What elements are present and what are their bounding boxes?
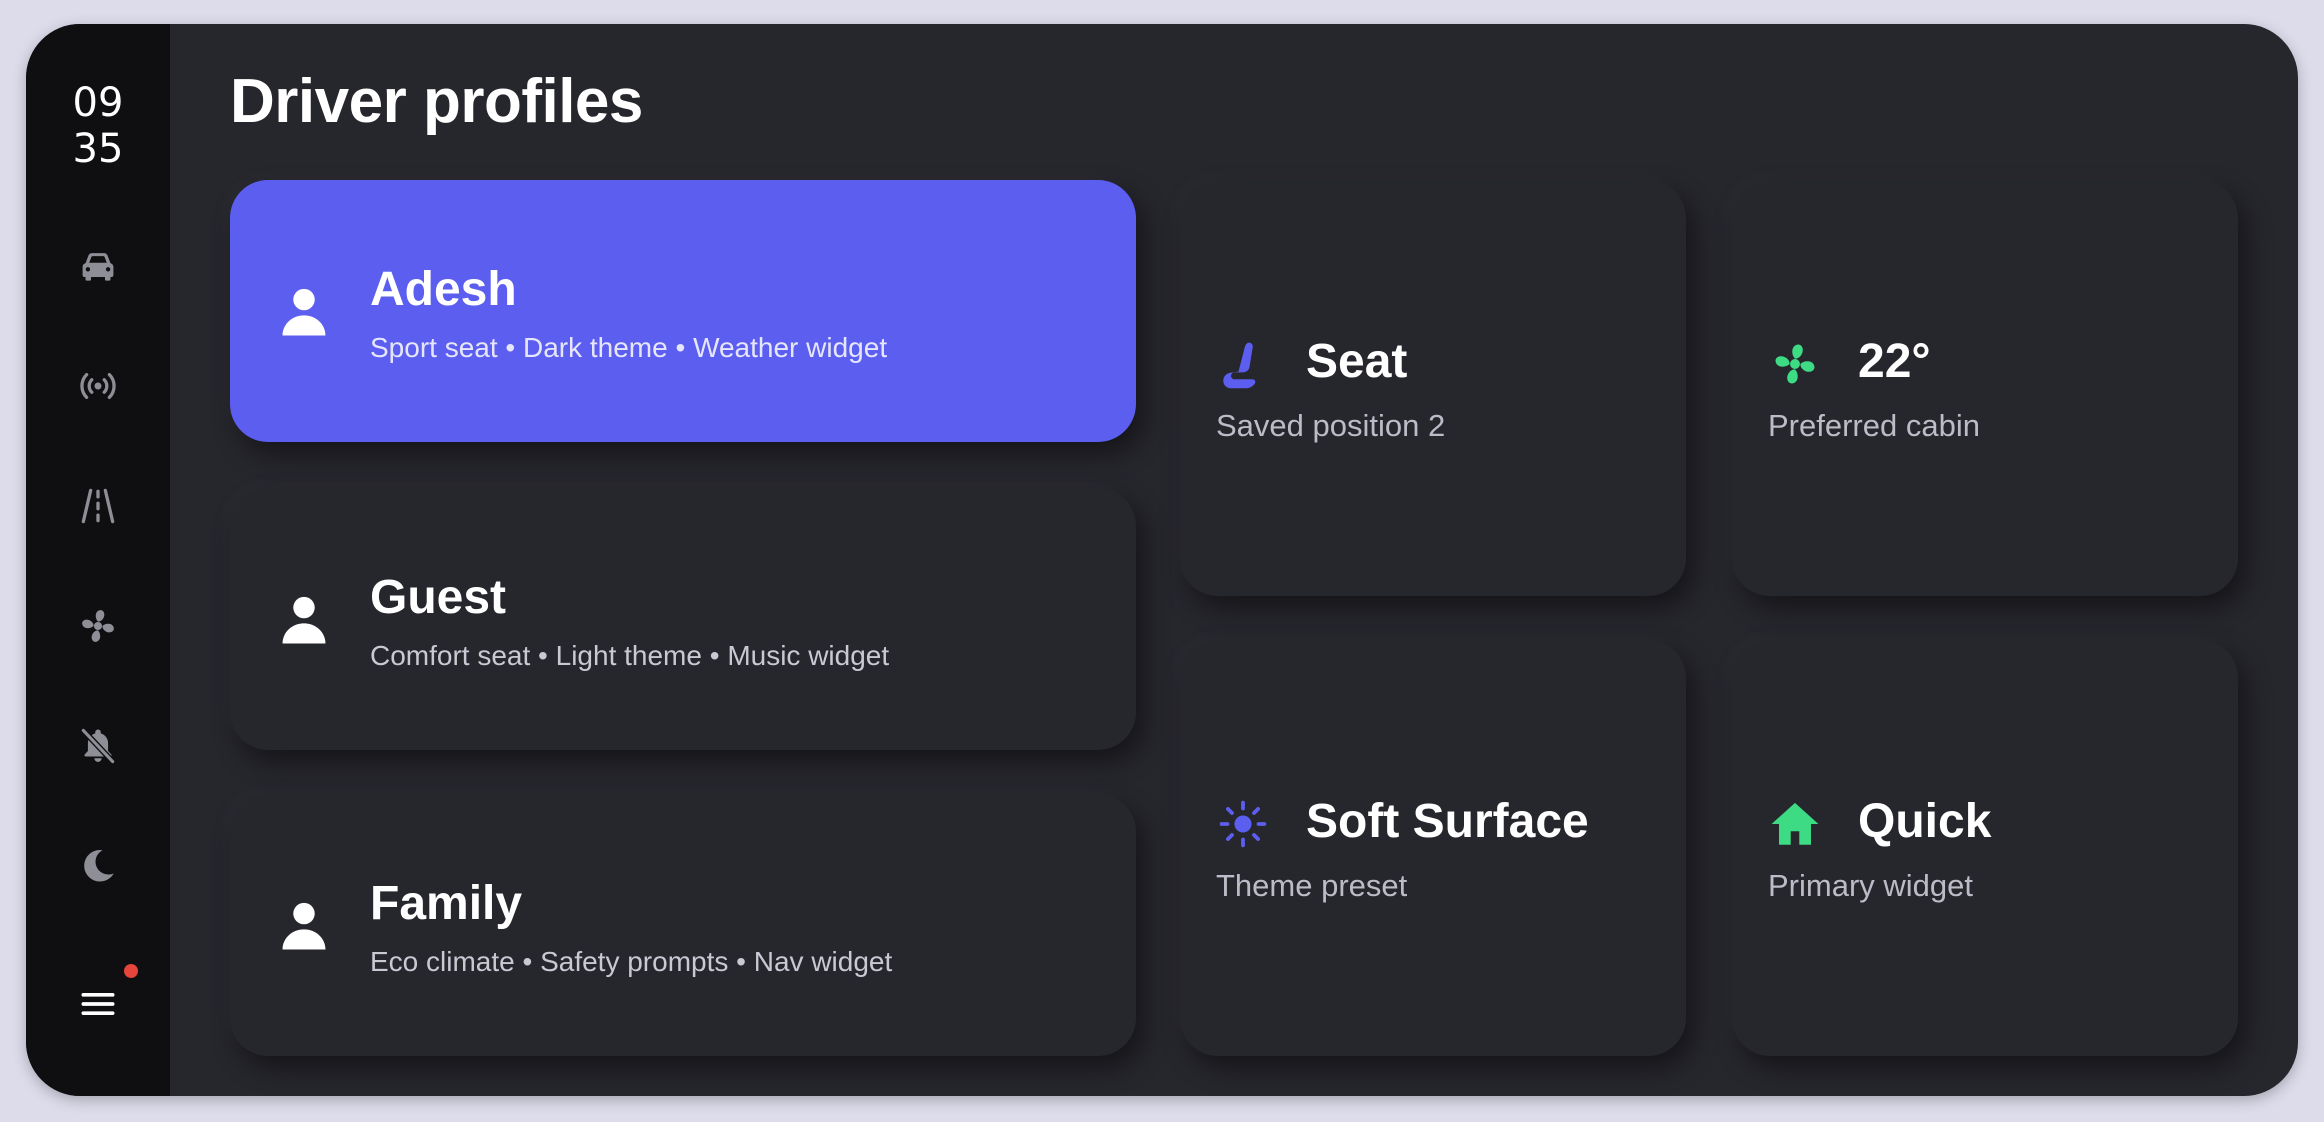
clock: 09 35	[26, 80, 170, 172]
bell-off-icon[interactable]	[64, 712, 132, 780]
user-icon	[282, 902, 326, 950]
fan-icon	[1775, 344, 1815, 384]
side-rail: 09 35	[26, 24, 170, 1096]
car-icon[interactable]	[64, 232, 132, 300]
user-icon	[282, 288, 326, 336]
home-icon	[1771, 802, 1819, 845]
sun-icon	[1219, 800, 1267, 848]
tile-subtitle: Preferred cabin	[1768, 408, 1980, 443]
tile-title: Seat	[1306, 335, 1408, 388]
theme-tile[interactable]: Soft Surface Theme preset	[1180, 640, 1686, 1056]
road-icon[interactable]	[64, 472, 132, 540]
climate-tile[interactable]: 22° Preferred cabin	[1732, 180, 2238, 596]
fan-icon[interactable]	[64, 592, 132, 660]
tile-subtitle: Primary widget	[1768, 868, 1973, 903]
tile-title: Soft Surface	[1306, 795, 1589, 848]
tile-subtitle: Saved position 2	[1216, 408, 1446, 443]
app-frame: 09 35 Driver profiles Adesh Sport seat •…	[26, 24, 2298, 1096]
profile-description: Sport seat • Dark theme • Weather widget	[370, 332, 888, 363]
profile-card-family[interactable]: Family Eco climate • Safety prompts • Na…	[230, 794, 1136, 1056]
profile-name: Adesh	[370, 263, 517, 316]
seat-icon	[1223, 342, 1256, 389]
tile-title: 22°	[1858, 335, 1931, 388]
menu-icon[interactable]	[64, 970, 132, 1038]
profile-name: Family	[370, 877, 523, 930]
notification-dot	[124, 964, 138, 978]
moon-icon[interactable]	[64, 832, 132, 900]
widget-tile[interactable]: Quick Primary widget	[1732, 640, 2238, 1056]
clock-hour: 09	[72, 80, 124, 126]
page-title: Driver profiles	[230, 67, 643, 136]
profile-card-guest[interactable]: Guest Comfort seat • Light theme • Music…	[230, 488, 1136, 750]
tile-subtitle: Theme preset	[1216, 868, 1408, 903]
profile-description: Eco climate • Safety prompts • Nav widge…	[370, 946, 893, 977]
clock-minute: 35	[72, 126, 124, 172]
seat-tile[interactable]: Seat Saved position 2	[1180, 180, 1686, 596]
tile-title: Quick	[1858, 795, 1992, 848]
signal-icon[interactable]	[64, 352, 132, 420]
user-icon	[282, 596, 326, 644]
profile-card-adesh[interactable]: Adesh Sport seat • Dark theme • Weather …	[230, 180, 1136, 442]
profile-name: Guest	[370, 571, 507, 624]
profile-description: Comfort seat • Light theme • Music widge…	[370, 640, 890, 671]
main-content: Driver profiles Adesh Sport seat • Dark …	[170, 24, 2298, 1096]
